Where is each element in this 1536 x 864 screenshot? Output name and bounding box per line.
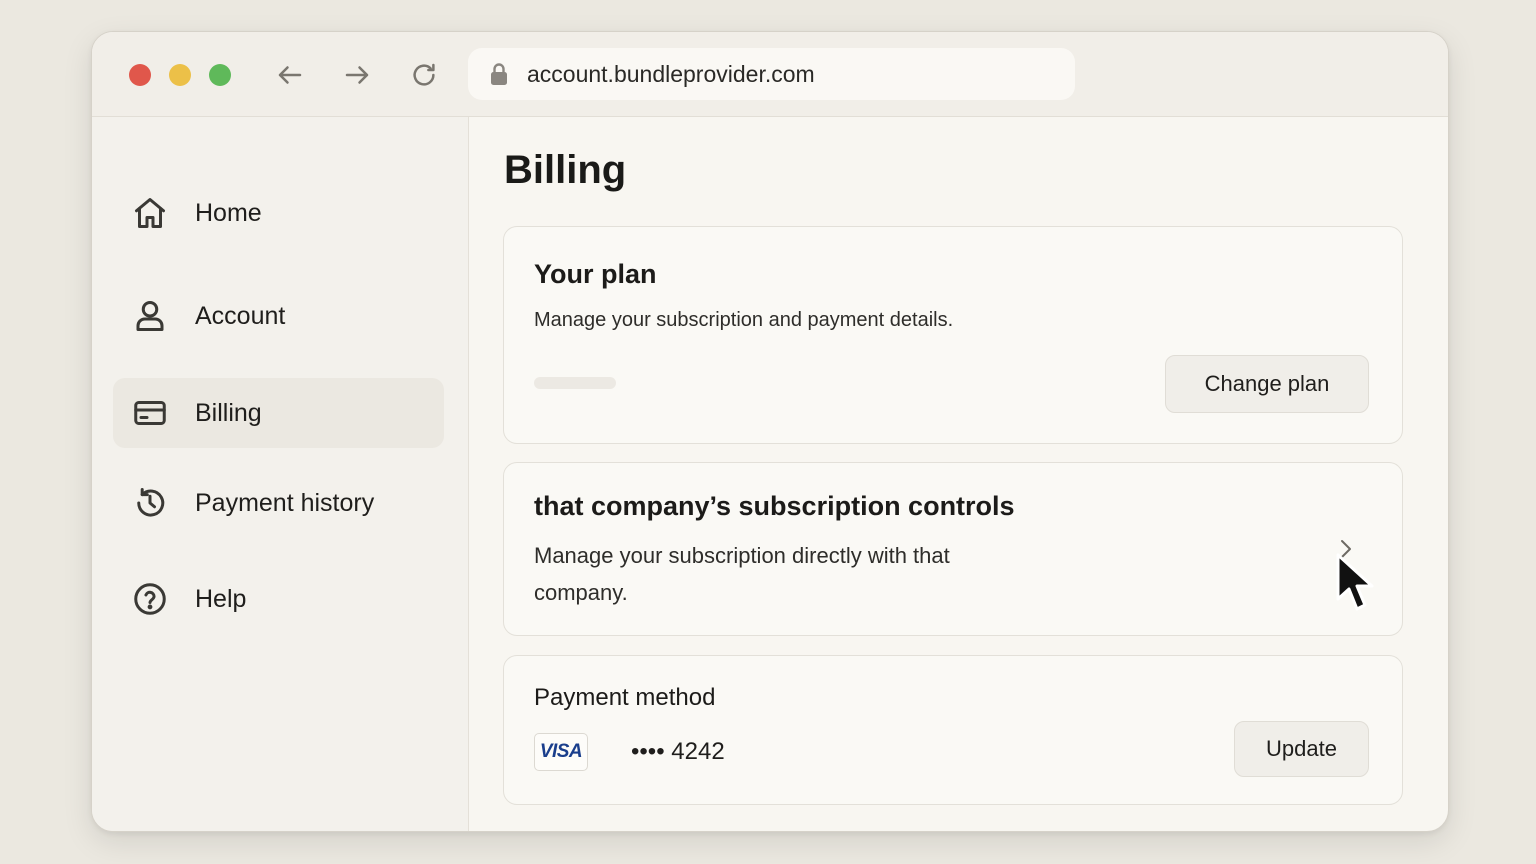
browser-window: Home Account Billing Payment history Hel: [91, 31, 1449, 832]
close-window-button[interactable]: [129, 64, 151, 86]
sidebar-item-account[interactable]: Account: [113, 281, 444, 351]
card-number: •••• 4242: [631, 738, 725, 765]
payment-card-title: Payment method: [534, 684, 716, 711]
sidebar: Home Account Billing Payment history Hel: [92, 117, 469, 831]
url-input[interactable]: [525, 59, 1049, 89]
sidebar-item-payment-history[interactable]: Payment history: [113, 468, 444, 538]
company-subscription-card[interactable]: that company’s subscription controls Man…: [503, 462, 1403, 636]
reload-button[interactable]: [407, 58, 441, 92]
arrow-right-icon: [345, 66, 369, 84]
plan-card-description: Manage your subscription and payment det…: [534, 309, 954, 331]
sidebar-item-billing[interactable]: Billing: [113, 378, 444, 448]
change-plan-button[interactable]: Change plan: [1165, 355, 1369, 413]
mouse-pointer-icon: [1336, 553, 1374, 611]
help-circle-icon: [131, 580, 169, 618]
sidebar-item-label: Home: [195, 198, 262, 227]
visa-logo: VISA: [534, 733, 588, 771]
credit-card-icon: [131, 394, 169, 432]
page-title: Billing: [504, 148, 627, 192]
plan-card: Your plan Manage your subscription and p…: [503, 226, 1403, 444]
main-content: Billing Your plan Manage your subscripti…: [469, 117, 1448, 831]
lock-icon: [489, 62, 509, 86]
update-payment-button[interactable]: Update: [1234, 721, 1369, 777]
maximize-window-button[interactable]: [209, 64, 231, 86]
arrow-left-icon: [278, 66, 302, 84]
sidebar-item-home[interactable]: Home: [113, 178, 444, 248]
back-button[interactable]: [273, 58, 307, 92]
forward-button[interactable]: [340, 58, 374, 92]
user-icon: [131, 297, 169, 335]
sidebar-item-label: Billing: [195, 398, 262, 427]
home-icon: [131, 194, 169, 232]
plan-placeholder-bar: [534, 377, 616, 389]
address-bar[interactable]: [468, 48, 1075, 100]
plan-card-title: Your plan: [534, 259, 657, 289]
sidebar-item-help[interactable]: Help: [113, 564, 444, 634]
sidebar-item-label: Account: [195, 301, 286, 330]
company-card-description: Manage your subscription directly with t…: [534, 543, 950, 605]
minimize-window-button[interactable]: [169, 64, 191, 86]
company-card-title: that company’s subscription controls: [534, 491, 1015, 521]
browser-toolbar: [92, 32, 1448, 117]
payment-method-card: Payment method VISA •••• 4242 Update: [503, 655, 1403, 805]
sidebar-item-label: Help: [195, 584, 247, 613]
history-icon: [131, 484, 169, 522]
sidebar-item-label: Payment history: [195, 488, 375, 517]
reload-icon: [413, 63, 435, 86]
